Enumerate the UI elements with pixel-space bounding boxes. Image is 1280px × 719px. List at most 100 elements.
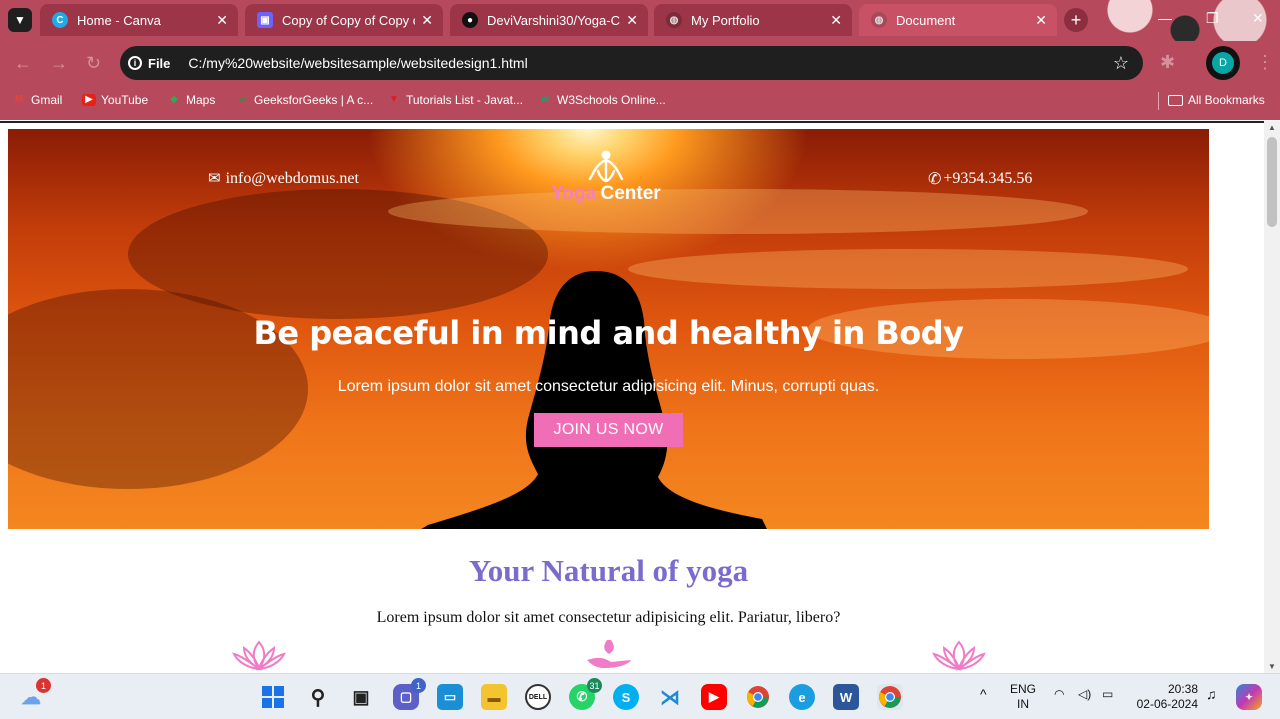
chrome-logo-icon (878, 686, 901, 708)
tab-portfolio[interactable]: ◍ My Portfolio ✕ (654, 4, 852, 36)
close-icon[interactable]: ✕ (830, 12, 842, 29)
javatpoint-icon: ▼ (389, 94, 399, 105)
tab-github[interactable]: ● DeviVarshini30/Yoga-Cer ✕ (450, 4, 648, 36)
gfg-icon: ∞ (238, 94, 246, 105)
chevron-up-icon[interactable]: ^ (980, 687, 987, 702)
clock[interactable]: 20:38 02-06-2024 (1132, 682, 1198, 712)
clock-date: 02-06-2024 (1136, 697, 1198, 711)
new-tab-button[interactable]: + (1064, 8, 1088, 32)
tab-label: DeviVarshini30/Yoga-Cer (487, 12, 621, 28)
all-bookmarks-label: All Bookmarks (1188, 93, 1265, 107)
hero-phone[interactable]: ✆ +9354.345.56 (928, 169, 1032, 189)
yoga-center-logo[interactable]: Yoga Center (551, 149, 661, 205)
avatar: D (1212, 52, 1234, 74)
taskbar: ☁ 1 ⚲ ▣ ▢ 1 ▭ ▬ DELL ✆ 31 S ⋊ ▶ e W ^ ENG I… (0, 673, 1280, 719)
canva-icon: C (52, 12, 68, 28)
forward-arrow-icon[interactable]: → (50, 53, 68, 74)
bookmark-gfg[interactable]: ∞ GeeksforGeeks | A c... (235, 93, 373, 107)
bookmark-gmail[interactable]: M Gmail (12, 93, 63, 107)
battery-icon[interactable]: ▭ (1102, 687, 1113, 702)
bookmark-star-icon[interactable]: ☆ (1113, 53, 1129, 74)
browser-toolbar: ← → ↻ i File C:/my%20website/websitesamp… (0, 41, 1280, 85)
reload-icon[interactable]: ↻ (86, 53, 101, 74)
tab-label: Document (896, 12, 956, 28)
all-bookmarks[interactable]: All Bookmarks (1168, 93, 1265, 107)
tab-copy-doc[interactable]: ▣ Copy of Copy of Copy of ✕ (245, 4, 443, 36)
bookmark-youtube[interactable]: ▶ YouTube (82, 93, 148, 107)
scrollbar-thumb[interactable] (1267, 137, 1277, 227)
chrome-profile-icon[interactable] (877, 684, 903, 710)
speaker-icon[interactable]: ◁) (1078, 687, 1091, 702)
site-info-chip[interactable]: i File (128, 56, 170, 71)
windows-icon (262, 686, 284, 708)
lotus-icon (932, 640, 986, 671)
youtube-app-icon[interactable]: ▶ (701, 684, 727, 710)
page-scrollbar[interactable]: ▲ ▼ (1264, 121, 1280, 673)
close-icon[interactable]: ✕ (421, 12, 433, 29)
lotus-icon (232, 640, 286, 671)
tab-search-button[interactable]: ▼ (8, 8, 32, 32)
gmail-icon: M (14, 94, 24, 105)
edge-icon[interactable]: e (789, 684, 815, 710)
bookmark-label: Gmail (31, 93, 63, 107)
profile-button[interactable]: D (1206, 46, 1240, 80)
plus-icon: + (1070, 9, 1082, 30)
extensions-icon[interactable]: ✱ (1160, 52, 1175, 73)
page-viewport: ✉ info@webdomus.net Yoga Center ✆ +9354.… (0, 121, 1264, 673)
bookmarks-bar: M Gmail ▶ YouTube ◆ Maps ∞ GeeksforGeeks | A… (0, 85, 1280, 120)
search-icon[interactable]: ⚲ (305, 684, 331, 710)
globe-icon: ◍ (666, 12, 682, 28)
close-icon[interactable]: ✕ (216, 12, 228, 29)
wifi-icon[interactable]: ◠ (1054, 687, 1064, 702)
bookmark-label: GeeksforGeeks | A c... (254, 93, 374, 107)
weather-badge: 1 (36, 678, 51, 693)
bookmark-w3schools[interactable]: w W3Schools Online... (538, 93, 666, 107)
doc-icon: ▣ (257, 12, 273, 28)
dell-icon[interactable]: DELL (525, 684, 551, 710)
phone-text: +9354.345.56 (943, 170, 1033, 187)
bookmark-label: W3Schools Online... (557, 93, 666, 107)
weather-widget-icon[interactable]: ☁ 1 (18, 678, 51, 710)
start-button[interactable] (260, 684, 286, 710)
address-bar[interactable]: i File C:/my%20website/websitesample/web… (120, 46, 1143, 80)
file-explorer-icon[interactable]: ▬ (481, 684, 507, 710)
bell-icon[interactable]: ♫ (1206, 687, 1217, 702)
whatsapp-icon[interactable]: ✆ 31 (569, 678, 602, 710)
close-icon[interactable]: ✕ (1035, 12, 1047, 29)
word-icon[interactable]: W (833, 684, 859, 710)
scroll-up-icon[interactable]: ▲ (1268, 123, 1276, 132)
scroll-down-icon[interactable]: ▼ (1268, 662, 1276, 671)
bookmark-maps[interactable]: ◆ Maps (167, 93, 215, 107)
hero-subtext: Lorem ipsum dolor sit amet consectetur a… (337, 378, 880, 395)
phone-icon: ✆ (928, 171, 942, 188)
back-arrow-icon[interactable]: ← (14, 53, 32, 74)
teams-chat-icon[interactable]: ▢ 1 (393, 678, 426, 710)
minimize-button[interactable]: — (1158, 10, 1172, 26)
copilot-icon[interactable]: ✦ (1236, 684, 1262, 710)
tab-strip: ▼ C Home - Canva ✕ ▣ Copy of Copy of Cop… (0, 0, 1280, 41)
restore-button[interactable]: ❐ (1206, 10, 1219, 27)
hero-email[interactable]: ✉ info@webdomus.net (208, 169, 359, 188)
skype-icon[interactable]: S (613, 684, 639, 710)
email-text: info@webdomus.net (225, 169, 359, 187)
hand-lotus-icon (587, 640, 631, 668)
vscode-icon[interactable]: ⋊ (657, 684, 683, 710)
language-indicator[interactable]: ENG IN (1010, 682, 1036, 712)
task-view-icon[interactable]: ▣ (348, 684, 374, 710)
clock-time: 20:38 (1167, 682, 1198, 696)
logo-word-center: Center (600, 183, 661, 204)
more-menu-icon[interactable]: ⋮ (1256, 52, 1274, 73)
tab-label: Home - Canva (77, 12, 161, 28)
lang-line1: ENG (1010, 682, 1037, 696)
desktop-icon[interactable]: ▭ (437, 684, 463, 710)
close-icon[interactable]: ✕ (626, 12, 638, 29)
chrome-icon[interactable] (745, 684, 771, 710)
hero-banner: ✉ info@webdomus.net Yoga Center ✆ +9354.… (8, 129, 1209, 529)
tab-canva[interactable]: C Home - Canva ✕ (40, 4, 238, 36)
bookmark-javatpoint[interactable]: ▼ Tutorials List - Javat... (387, 93, 523, 107)
tab-document[interactable]: ◍ Document ✕ (859, 4, 1057, 36)
url-text[interactable]: C:/my%20website/websitesample/websitedes… (188, 55, 527, 71)
close-window-button[interactable]: ✕ (1252, 10, 1264, 27)
join-us-button[interactable]: JOIN US NOW (534, 413, 683, 447)
lotus-person-icon (588, 150, 624, 183)
